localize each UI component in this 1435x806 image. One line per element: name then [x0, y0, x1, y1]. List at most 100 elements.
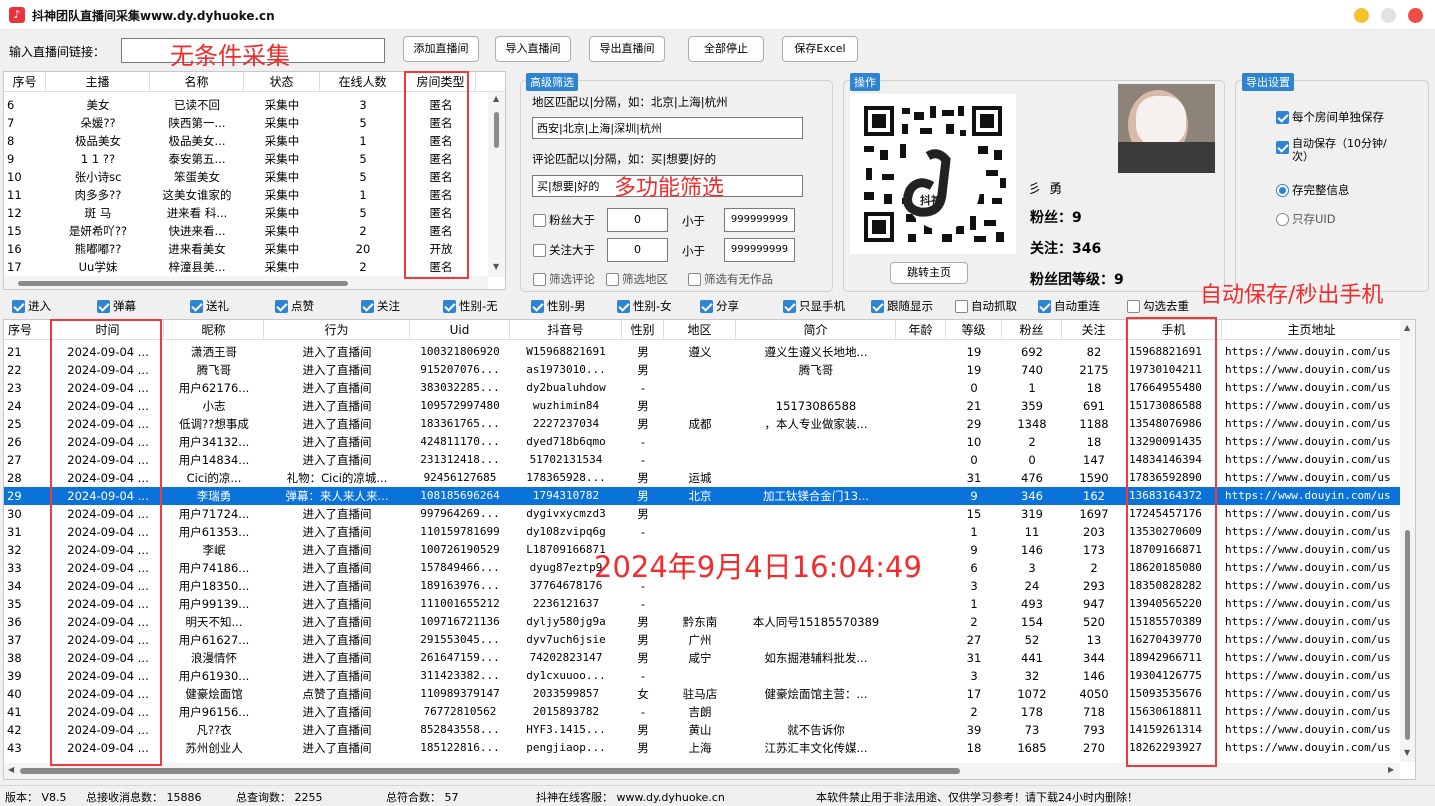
radio-checked-icon[interactable]: [1276, 183, 1289, 197]
region-filter-input[interactable]: 西安|北京|上海|深圳|杭州: [532, 117, 803, 139]
add-room-button[interactable]: 添加直播间: [403, 36, 479, 62]
toggle-checkbox[interactable]: 进入: [12, 298, 51, 314]
fans-min-input[interactable]: 0: [607, 208, 668, 232]
col-header[interactable]: 序号: [4, 72, 46, 92]
scroll-thumb[interactable]: [1405, 530, 1410, 740]
save-excel-button[interactable]: 保存Excel: [782, 36, 858, 62]
checkbox-checked-icon[interactable]: [1276, 141, 1289, 154]
checkbox-icon[interactable]: [1127, 299, 1140, 313]
toggle-checkbox[interactable]: 性别-无: [443, 298, 498, 314]
table-cell: [896, 613, 946, 631]
checkbox-icon[interactable]: [533, 213, 546, 227]
import-room-button[interactable]: 导入直播间: [495, 36, 571, 62]
checkbox-icon[interactable]: [533, 243, 546, 257]
toggle-checkbox[interactable]: 勾选去重: [1127, 298, 1189, 314]
checkbox-checked-icon[interactable]: [443, 299, 456, 313]
checkbox-checked-icon[interactable]: [700, 299, 713, 313]
table-cell: [664, 451, 736, 469]
save-uid-radio[interactable]: 只存UID: [1276, 211, 1336, 227]
checkbox-icon[interactable]: [688, 272, 701, 286]
table-cell: https://www.douyin.com/us: [1225, 399, 1391, 412]
col-header[interactable]: 抖音号: [510, 320, 622, 340]
scroll-down-icon[interactable]: ▼: [493, 262, 499, 271]
toggle-checkbox[interactable]: 跟随显示: [871, 298, 933, 314]
checkbox-checked-icon[interactable]: [97, 299, 110, 313]
auto-save-checkbox[interactable]: 自动保存（10分钟/次）: [1276, 137, 1402, 163]
toggle-checkbox[interactable]: 自动重连: [1038, 298, 1100, 314]
toggle-checkbox[interactable]: 性别-男: [531, 298, 586, 314]
checkbox-icon[interactable]: [955, 299, 968, 313]
follow-max-input[interactable]: 999999999: [724, 238, 795, 262]
col-header[interactable]: 在线人数: [320, 72, 406, 92]
service-link[interactable]: 抖神在线客服： www.dy.dyhuoke.cn: [536, 789, 725, 805]
col-header[interactable]: 主播: [46, 72, 150, 92]
col-header[interactable]: 地区: [664, 320, 736, 340]
scroll-thumb[interactable]: [494, 112, 499, 148]
table-cell: 男: [637, 399, 649, 413]
checkbox-checked-icon[interactable]: [275, 299, 288, 313]
checkbox-checked-icon[interactable]: [1038, 299, 1051, 313]
checkbox-checked-icon[interactable]: [12, 299, 25, 313]
checkbox-icon[interactable]: [533, 272, 546, 286]
fans-filter-checkbox[interactable]: 粉丝大于: [533, 212, 595, 228]
maximize-button[interactable]: [1381, 8, 1396, 23]
scroll-left-icon[interactable]: ◀: [8, 765, 14, 774]
toggle-checkbox[interactable]: 分享: [700, 298, 739, 314]
col-header[interactable]: 粉丝: [1002, 320, 1062, 340]
minimize-button[interactable]: [1354, 8, 1369, 23]
fans-count-label: 粉丝：: [1030, 210, 1072, 226]
col-header[interactable]: 昵称: [164, 320, 264, 340]
checkbox-checked-icon[interactable]: [783, 299, 796, 313]
col-header[interactable]: 关注: [1062, 320, 1126, 340]
follow-filter-checkbox[interactable]: 关注大于: [533, 242, 595, 258]
user-table-vscroll[interactable]: ▲ ▼: [1400, 320, 1415, 762]
col-header[interactable]: 主页地址: [1222, 320, 1402, 340]
toggle-checkbox[interactable]: 送礼: [190, 298, 229, 314]
room-table-vscroll[interactable]: ▲ ▼: [488, 92, 505, 277]
toggle-checkbox[interactable]: 关注: [361, 298, 400, 314]
checkbox-checked-icon[interactable]: [190, 299, 203, 313]
scroll-up-icon[interactable]: ▲: [493, 94, 499, 103]
checkbox-checked-icon[interactable]: [361, 299, 374, 313]
scroll-right-icon[interactable]: ▶: [1388, 765, 1394, 774]
toggle-checkbox[interactable]: 性别-女: [617, 298, 672, 314]
checkbox-checked-icon[interactable]: [617, 299, 630, 313]
filter-comment-checkbox[interactable]: 筛选评论: [533, 271, 595, 287]
room-cell: 进来看 科...: [166, 206, 228, 220]
filter-region-checkbox[interactable]: 筛选地区: [606, 271, 668, 287]
toggle-checkbox[interactable]: 弹幕: [97, 298, 136, 314]
room-cell: 8: [7, 134, 15, 148]
save-per-room-checkbox[interactable]: 每个房间单独保存: [1276, 109, 1384, 125]
fans-max-input[interactable]: 999999999: [724, 208, 795, 232]
scroll-thumb[interactable]: [20, 768, 960, 774]
table-cell: 173: [1083, 543, 1105, 557]
export-room-button[interactable]: 导出直播间: [589, 36, 665, 62]
follow-min-input[interactable]: 0: [607, 238, 668, 262]
toggle-checkbox[interactable]: 只显手机: [783, 298, 845, 314]
col-header[interactable]: 状态: [244, 72, 320, 92]
checkbox-checked-icon[interactable]: [531, 299, 544, 313]
col-header[interactable]: 简介: [736, 320, 896, 340]
save-full-radio[interactable]: 存完整信息: [1276, 182, 1350, 198]
col-header[interactable]: 行为: [264, 320, 410, 340]
scroll-down-icon[interactable]: ▼: [1404, 748, 1410, 757]
toggle-checkbox[interactable]: 自动抓取: [955, 298, 1017, 314]
col-header[interactable]: 性别: [622, 320, 664, 340]
checkbox-icon[interactable]: [606, 272, 619, 286]
col-header[interactable]: 名称: [150, 72, 244, 92]
col-header[interactable]: Uid: [410, 320, 510, 340]
radio-icon[interactable]: [1276, 212, 1289, 226]
stop-all-button[interactable]: 全部停止: [688, 36, 764, 62]
toggle-checkbox[interactable]: 点赞: [275, 298, 314, 314]
scroll-thumb[interactable]: [18, 281, 348, 286]
col-header[interactable]: 序号: [4, 320, 52, 340]
table-cell: [664, 523, 736, 541]
filter-works-checkbox[interactable]: 筛选有无作品: [688, 271, 773, 287]
scroll-up-icon[interactable]: ▲: [1404, 323, 1410, 332]
col-header[interactable]: 等级: [946, 320, 1002, 340]
col-header[interactable]: 年龄: [896, 320, 946, 340]
close-button[interactable]: [1408, 8, 1423, 23]
checkbox-checked-icon[interactable]: [871, 299, 884, 313]
checkbox-checked-icon[interactable]: [1276, 110, 1289, 124]
jump-homepage-button[interactable]: 跳转主页: [890, 262, 968, 284]
